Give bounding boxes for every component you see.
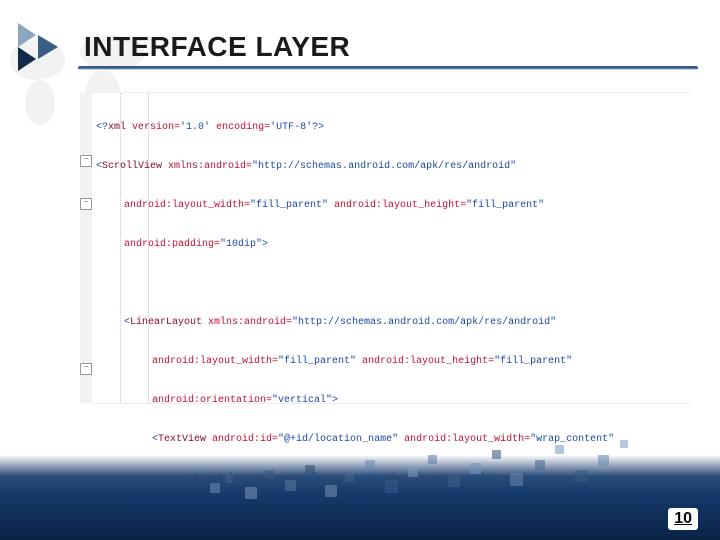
footer-band [0,455,720,540]
code-line: android:layout_width="fill_parent" andro… [124,199,690,212]
page-title: INTERFACE LAYER [84,31,350,63]
code-line: android:orientation="vertical"> [152,394,690,407]
fold-marker-icon: − [80,198,92,210]
chevron-logo-icon [18,23,74,71]
code-line: <LinearLayout xmlns:android="http://sche… [124,316,690,329]
code-panel: − − − <?xml version='1.0' encoding='UTF-… [92,92,690,404]
code-line: android:layout_width="fill_parent" andro… [152,355,690,368]
header-divider [78,66,698,70]
code-line: android:padding="10dip"> [124,238,690,251]
footer-pixel-grid [150,425,720,540]
page-number: 10 [668,508,698,530]
code-gutter [80,93,92,403]
code-line: <?xml version='1.0' encoding='UTF-8'?> [96,121,690,134]
slide: INTERFACE LAYER − − − <?xml version='1.0… [0,0,720,540]
fold-marker-icon: − [80,363,92,375]
fold-marker-icon: − [80,155,92,167]
code-line: <ScrollView xmlns:android="http://schema… [96,160,690,173]
